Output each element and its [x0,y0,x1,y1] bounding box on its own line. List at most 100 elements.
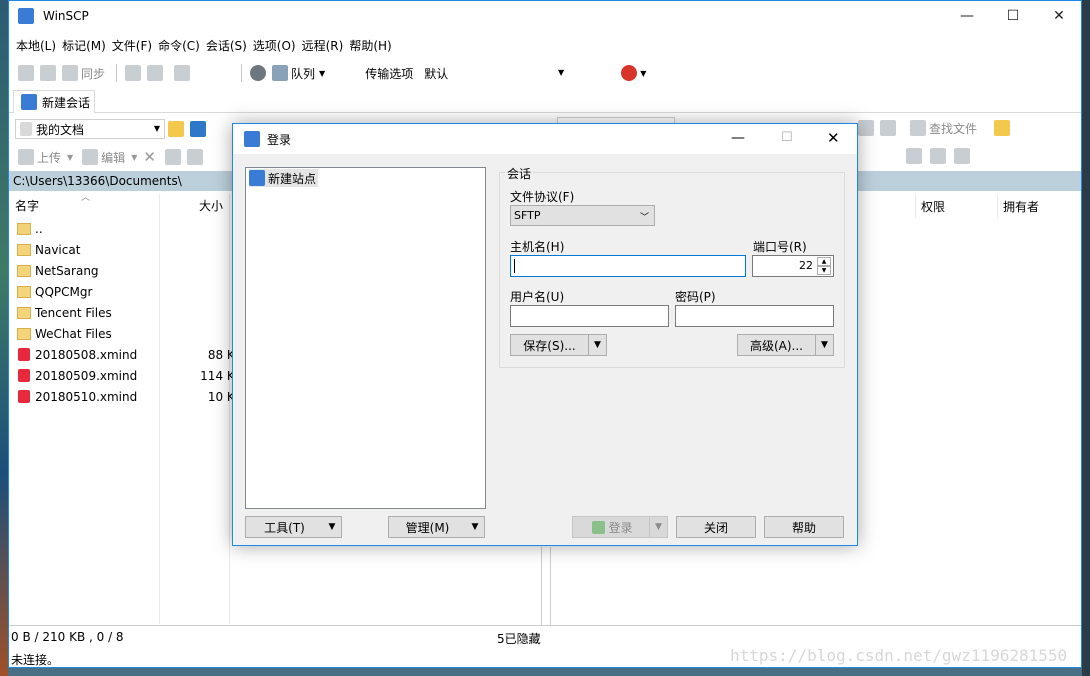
manage-button[interactable]: 管理(M) ▼ [388,516,485,538]
transfer-settings-select[interactable]: 默认 ▼ [419,63,570,83]
close-button[interactable]: ✕ [1036,1,1082,31]
upload-icon[interactable] [18,149,34,165]
panel-splitter[interactable] [541,547,551,625]
chevron-down-icon[interactable]: ▼ [815,335,833,355]
dialog-maximize-button: ☐ [781,130,793,145]
menu-file[interactable]: 文件(F) [109,37,155,54]
list-item[interactable]: NetSarang [9,260,163,281]
tab-new-session[interactable]: 新建会话 [13,90,96,113]
dialog-title-bar: 登录 [233,124,857,154]
stepper-up-icon[interactable]: ▲ [817,257,831,266]
tools-button[interactable]: 工具(T) ▼ [245,516,342,538]
upload-label[interactable]: 上传 [37,149,61,166]
menu-session[interactable]: 会话(S) [203,37,250,54]
chevron-down-icon[interactable]: ▼ [649,517,667,537]
list-item[interactable]: 20180510.xmind 10 KB [9,386,243,407]
menu-command[interactable]: 命令(C) [155,37,203,54]
login-button[interactable]: 登录 ▼ [572,516,668,538]
xmind-file-icon [18,390,30,403]
list-item[interactable]: 20180508.xmind 88 KB [9,344,243,365]
list-item[interactable]: Navicat [9,239,163,260]
reconnect-globe-icon[interactable] [621,65,638,81]
xmind-file-icon [18,348,30,361]
close-dialog-button[interactable]: 关闭 [676,516,756,538]
minimize-button[interactable]: — [944,1,990,31]
menu-options[interactable]: 选项(O) [250,37,299,54]
gear-icon[interactable] [250,65,267,81]
sync-icon[interactable] [62,65,78,81]
find-files-icon[interactable] [910,120,926,136]
menu-bar: 本地(L) 标记(M) 文件(F) 命令(C) 会话(S) 选项(O) 远程(R… [9,34,395,56]
home-icon[interactable] [858,120,874,136]
toolbar-divider [241,64,243,82]
menu-help[interactable]: 帮助(H) [346,37,394,54]
monitor-icon [249,170,265,186]
password-input[interactable] [675,305,834,327]
local-location-select[interactable]: 我的文档 ▼ [15,119,165,139]
username-input[interactable] [510,305,669,327]
explorer-icon[interactable] [174,65,191,81]
filter-icon[interactable] [954,148,970,164]
sort-asc-icon: ︿ [81,193,91,203]
monitor-icon [21,94,37,110]
menu-local[interactable]: 本地(L) [13,37,59,54]
site-tree-item-new-site[interactable]: 新建站点 [249,169,319,187]
tree-icon[interactable] [994,120,1010,136]
add-icon[interactable] [906,148,922,164]
dialog-minimize-button[interactable]: — [731,130,745,146]
list-item[interactable]: 20180509.xmind 114 KB [9,365,243,386]
maximize-button[interactable]: ☐ [990,1,1036,31]
save-button[interactable]: 保存(S)... ▼ [510,334,607,356]
putty-icon[interactable] [147,65,164,81]
site-tree[interactable]: 新建站点 [245,167,486,509]
remove-icon[interactable] [930,148,946,164]
password-label: 密码(P) [675,290,716,304]
folder-icon [17,306,31,319]
compare-dirs-icon[interactable] [18,65,34,81]
queue-dropdown-arrow[interactable]: ▼ [319,69,325,78]
sync-browse-icon[interactable] [40,65,56,81]
list-item[interactable]: Tencent Files [9,302,163,323]
hidden-count-status: 5已隐藏 [497,632,541,646]
menu-mark[interactable]: 标记(M) [59,37,109,54]
list-item[interactable]: WeChat Files [9,323,163,344]
filter-icon[interactable] [190,121,206,137]
list-item[interactable]: QQPCMgr [9,281,163,302]
delete-icon[interactable]: ✕ [143,148,156,166]
protocol-select[interactable]: SFTP ﹀ [510,205,655,226]
chevron-down-icon[interactable]: ▼ [640,69,646,78]
queue-icon[interactable] [272,65,289,81]
winscp-logo-icon [18,8,34,24]
col-owner-header[interactable]: 拥有者 [1003,198,1039,215]
col-permissions-header[interactable]: 权限 [921,198,945,215]
col-size-header[interactable]: 大小 [159,197,223,214]
edit-label[interactable]: 编辑 [101,149,125,166]
chevron-down-icon[interactable]: ▼ [67,153,73,162]
menu-remote[interactable]: 远程(R) [299,37,347,54]
chevron-down-icon[interactable]: ▼ [323,517,341,537]
host-input[interactable] [510,255,746,277]
protocol-value: SFTP [514,209,541,222]
dialog-close-button[interactable]: ✕ [827,129,840,147]
list-item[interactable]: .. [9,218,163,239]
help-button[interactable]: 帮助 [764,516,844,538]
document-icon [20,122,32,136]
chevron-down-icon[interactable]: ▼ [131,153,137,162]
console-icon[interactable] [125,65,142,81]
queue-label[interactable]: 队列 [291,65,315,82]
chevron-down-icon[interactable]: ▼ [466,517,484,537]
find-files-label[interactable]: 查找文件 [929,120,977,137]
chevron-down-icon[interactable]: ▼ [588,335,606,355]
open-folder-icon[interactable] [168,121,184,137]
rename-icon[interactable] [164,149,181,165]
sync-label[interactable]: 同步 [81,65,105,82]
port-stepper[interactable]: 22 ▲ ▼ [752,255,834,277]
stepper-down-icon[interactable]: ▼ [817,266,831,275]
text-caret [514,259,515,273]
toolbar-divider [116,64,118,82]
edit-icon[interactable] [82,149,99,165]
advanced-button[interactable]: 高级(A)... ▼ [737,334,834,356]
properties-icon[interactable] [186,149,203,165]
desktop-background-right [1082,0,1090,676]
refresh-icon[interactable] [880,120,896,136]
